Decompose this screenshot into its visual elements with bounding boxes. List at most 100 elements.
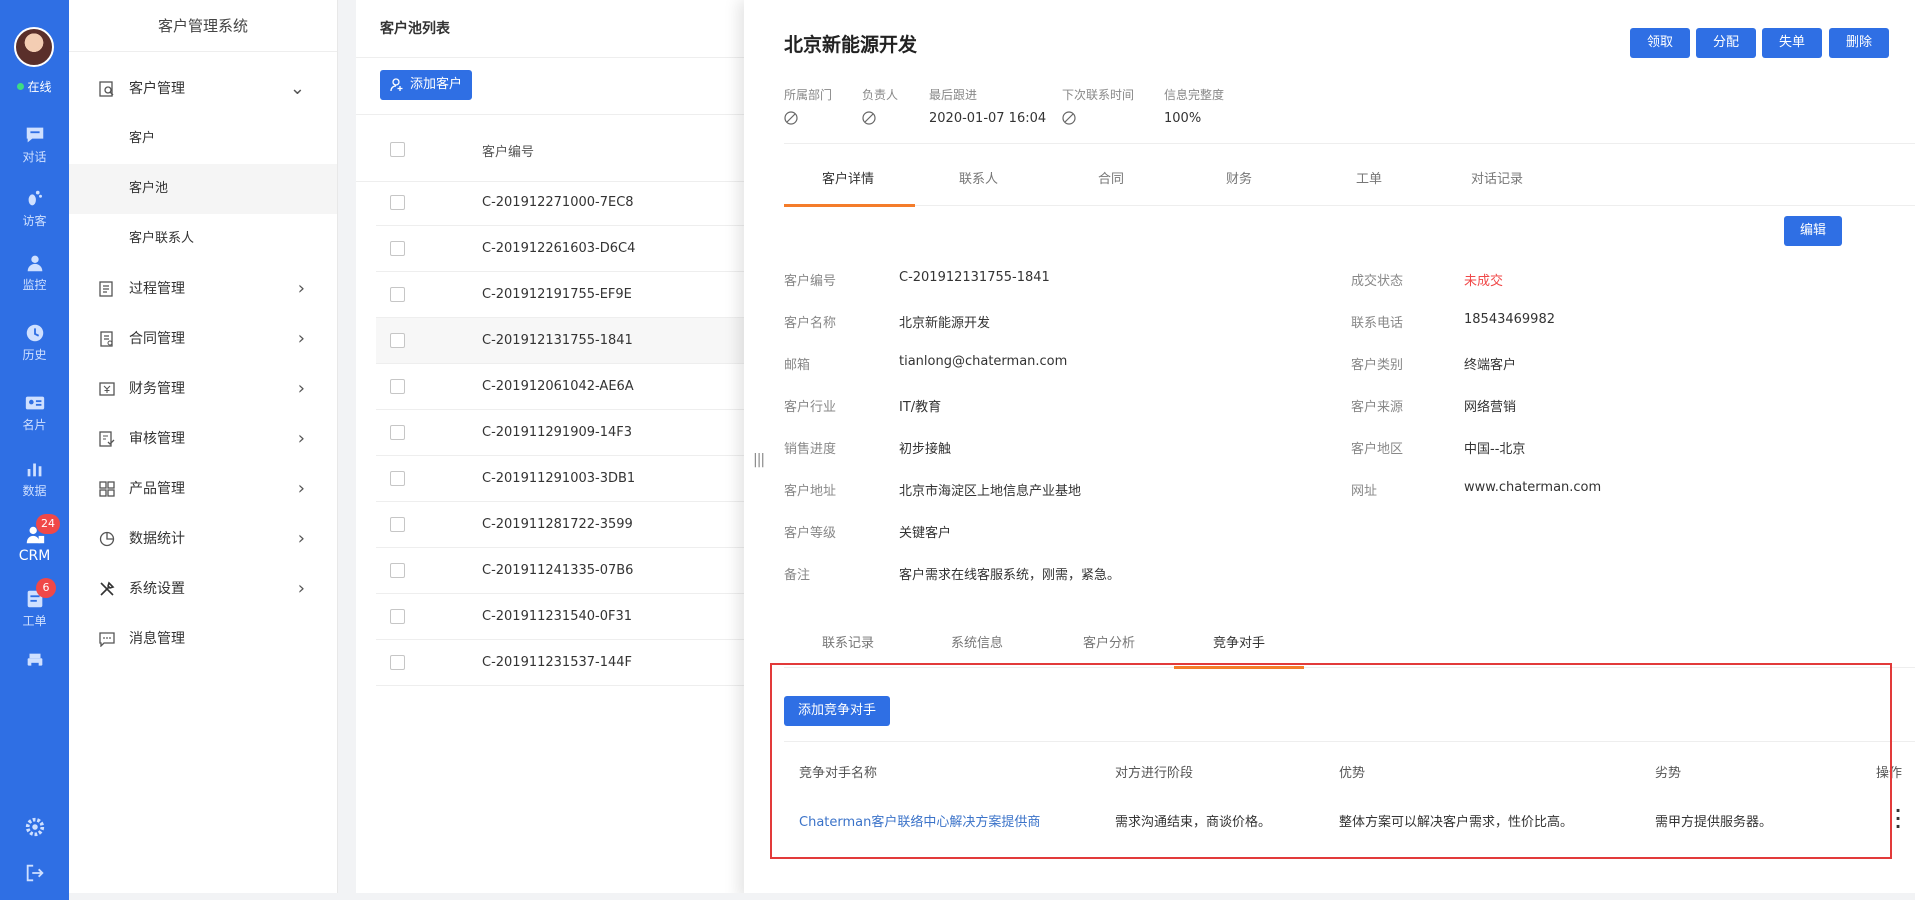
- field-value: 初步接触: [899, 442, 952, 457]
- table-row[interactable]: C-201912261603-D6C4: [376, 226, 776, 272]
- monitor-user-icon: [27, 255, 42, 272]
- customer-id-cell: C-201912191755-EF9E: [482, 287, 632, 302]
- tab-competitors[interactable]: 竞争对手: [1213, 632, 1265, 651]
- row-checkbox[interactable]: [390, 241, 405, 256]
- column-customer-id: 客户编号: [482, 145, 535, 160]
- row-checkbox[interactable]: [390, 563, 405, 578]
- online-status[interactable]: 在线: [0, 78, 69, 95]
- table-row[interactable]: C-201911291909-14F3: [376, 410, 776, 456]
- menu-sub-customer[interactable]: 客户: [69, 114, 337, 164]
- menu-item-product[interactable]: 产品管理 ›: [69, 464, 337, 514]
- row-checkbox[interactable]: [390, 195, 405, 210]
- rail-item-chat[interactable]: 对话: [0, 124, 69, 165]
- menu-item-customer[interactable]: 客户管理 ⌄: [69, 64, 337, 114]
- delete-button[interactable]: 删除: [1829, 28, 1889, 58]
- customer-search-icon: [99, 81, 114, 97]
- online-dot-icon: [17, 83, 25, 90]
- row-checkbox[interactable]: [390, 379, 405, 394]
- row-checkbox[interactable]: [390, 655, 405, 670]
- field-label: 客户地区: [1351, 442, 1404, 457]
- tab-customer-detail[interactable]: 客户详情: [822, 168, 874, 187]
- menu-item-finance[interactable]: 财务管理 ›: [69, 364, 337, 414]
- assign-button[interactable]: 分配: [1696, 28, 1756, 58]
- pie-chart-icon: [99, 531, 115, 547]
- rail-item-visitor[interactable]: 访客: [0, 188, 69, 229]
- tabs-divider: [784, 205, 1915, 206]
- chevron-right-icon: ›: [297, 528, 305, 549]
- field-label: 客户行业: [784, 400, 837, 415]
- table-row[interactable]: C-201911241335-07B6: [376, 548, 776, 594]
- ticket-badge: 6: [36, 578, 56, 598]
- row-checkbox[interactable]: [390, 333, 405, 348]
- menu-sub-customer-pool[interactable]: 客户池: [69, 164, 337, 214]
- table-row[interactable]: C-201912191755-EF9E: [376, 272, 776, 318]
- menu-item-statistics[interactable]: 数据统计 ›: [69, 514, 337, 564]
- menu-item-message[interactable]: 消息管理: [69, 614, 337, 664]
- more-actions-icon[interactable]: · · ·: [1894, 803, 1902, 835]
- chevron-right-icon: ›: [297, 578, 305, 599]
- lose-order-button[interactable]: 失单: [1762, 28, 1822, 58]
- resize-handle[interactable]: |||: [753, 452, 765, 468]
- grid-icon: [99, 481, 115, 497]
- table-row[interactable]: C-201912131755-1841: [376, 318, 776, 364]
- table-row[interactable]: C-201912061042-AE6A: [376, 364, 776, 410]
- rail-item-history[interactable]: 历史: [0, 322, 69, 363]
- row-checkbox[interactable]: [390, 471, 405, 486]
- meta-owner-label: 负责人: [862, 88, 899, 102]
- field-label: 邮箱: [784, 358, 811, 373]
- avatar[interactable]: [14, 27, 54, 67]
- field-label: 客户等级: [784, 526, 837, 541]
- tab-chat-record[interactable]: 对话记录: [1471, 168, 1523, 187]
- field-label: 备注: [784, 568, 811, 583]
- rail-item-card[interactable]: 名片: [0, 392, 69, 433]
- rail-item-monitor[interactable]: 监控: [0, 252, 69, 293]
- row-checkbox[interactable]: [390, 425, 405, 440]
- table-row[interactable]: C-201911291003-3DB1: [376, 456, 776, 502]
- customer-id-cell: C-201911241335-07B6: [482, 563, 634, 578]
- logout-button[interactable]: [0, 862, 69, 888]
- customer-id-cell: C-201912261603-D6C4: [482, 241, 636, 256]
- tab-customer-analysis[interactable]: 客户分析: [1083, 632, 1135, 651]
- footprint-icon: [28, 190, 42, 206]
- tab-ticket[interactable]: 工单: [1356, 168, 1382, 187]
- table-row[interactable]: C-201911231540-0F31: [376, 594, 776, 640]
- meta-next-value: [1062, 111, 1076, 129]
- edit-button[interactable]: 编辑: [1784, 216, 1842, 246]
- select-all-checkbox[interactable]: [390, 142, 405, 157]
- deal-status-value: 未成交: [1464, 274, 1504, 289]
- menu-item-process[interactable]: 过程管理 ›: [69, 264, 337, 314]
- rail-item-data[interactable]: 数据: [0, 458, 69, 499]
- menu-item-system-settings[interactable]: 系统设置 ›: [69, 564, 337, 614]
- customer-id-cell: C-201911291909-14F3: [482, 425, 633, 440]
- rail-item-print[interactable]: [0, 650, 69, 674]
- customer-pool-list: 客户池列表 添加客户 客户编号 C-201912271000-7EC8 C-201…: [356, 0, 776, 900]
- field-value: IT/教育: [899, 400, 942, 415]
- rail-item-crm[interactable]: 24 CRM: [0, 514, 69, 564]
- table-row[interactable]: C-201911231537-144F: [376, 640, 776, 686]
- claim-button[interactable]: 领取: [1630, 28, 1690, 58]
- logout-icon: [26, 864, 44, 882]
- tab-contact-record[interactable]: 联系记录: [822, 632, 874, 651]
- meta-next-label: 下次联系时间: [1062, 88, 1135, 102]
- menu-item-audit[interactable]: 审核管理 ›: [69, 414, 337, 464]
- rail-item-ticket[interactable]: 6 工单: [0, 578, 69, 629]
- field-value: www.chaterman.com: [1464, 480, 1602, 495]
- row-checkbox[interactable]: [390, 287, 405, 302]
- row-checkbox[interactable]: [390, 517, 405, 532]
- meta-complete-value: 100%: [1164, 111, 1202, 126]
- table-row[interactable]: C-201912271000-7EC8: [376, 180, 776, 226]
- row-checkbox[interactable]: [390, 609, 405, 624]
- tab-contacts[interactable]: 联系人: [959, 168, 998, 187]
- customer-id-cell: C-201911231537-144F: [482, 655, 633, 670]
- field-value: 中国--北京: [1464, 442, 1526, 457]
- tab-system-info[interactable]: 系统信息: [951, 632, 1003, 651]
- tab-finance[interactable]: 财务: [1226, 168, 1252, 187]
- menu-item-contract[interactable]: 合同管理 ›: [69, 314, 337, 364]
- add-customer-button[interactable]: 添加客户: [380, 70, 473, 100]
- chevron-right-icon: ›: [297, 328, 305, 349]
- table-row[interactable]: C-201911281722-3599: [376, 502, 776, 548]
- settings-button[interactable]: [0, 816, 69, 842]
- menu-sub-customer-contact[interactable]: 客户联系人: [69, 214, 337, 264]
- tab-contract[interactable]: 合同: [1098, 168, 1124, 187]
- field-label: 网址: [1351, 484, 1378, 499]
